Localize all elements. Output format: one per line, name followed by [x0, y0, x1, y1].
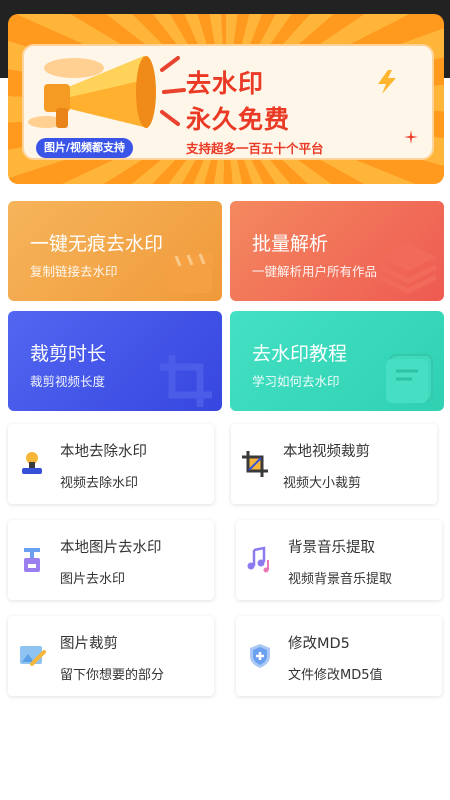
tile-subtitle: 裁剪视频长度	[30, 374, 106, 389]
card-image-crop[interactable]: 图片裁剪 留下你想要的部分	[8, 616, 214, 696]
card-local-remove-watermark[interactable]: 本地去除水印 视频去除水印	[8, 424, 214, 504]
tile-title: 裁剪时长	[30, 343, 107, 365]
clapperboard-icon	[166, 253, 214, 293]
card-modify-md5[interactable]: 修改MD5 文件修改MD5值	[236, 616, 442, 696]
card-subtitle: 视频去除水印	[60, 476, 139, 491]
crop-icon	[242, 451, 268, 477]
tile-subtitle: 一键解析用户所有作品	[252, 264, 378, 279]
card-local-video-crop[interactable]: 本地视频裁剪 视频大小裁剪	[231, 424, 437, 504]
tile-one-click-remove-watermark[interactable]: 一键无痕去水印 复制链接去水印	[8, 201, 222, 301]
card-title: 图片裁剪	[60, 636, 118, 652]
card-subtitle: 留下你想要的部分	[60, 668, 165, 683]
image-edit-icon	[20, 646, 46, 666]
card-title: 本地图片去水印	[60, 540, 162, 556]
banner-pill: 图片/视频都支持	[36, 138, 134, 158]
tile-subtitle: 复制链接去水印	[30, 264, 118, 279]
tile-batch-parse[interactable]: 批量解析 一键解析用户所有作品	[230, 201, 444, 301]
card-title: 修改MD5	[288, 636, 350, 652]
crop-icon	[160, 355, 212, 407]
shield-plus-icon	[250, 644, 270, 668]
tile-subtitle: 学习如何去水印	[252, 374, 340, 389]
tile-title: 批量解析	[252, 233, 329, 255]
banner-subtitle: 支持超多一百五十个平台	[186, 141, 324, 156]
card-local-image-remove-watermark[interactable]: 本地图片去水印 图片去水印	[8, 520, 214, 600]
promo-banner[interactable]: 去水印 永久免费 图片/视频都支持 支持超多一百五十个平台	[8, 14, 444, 184]
tile-title: 一键无痕去水印	[30, 233, 164, 255]
layers-icon	[378, 243, 438, 294]
card-title: 本地去除水印	[60, 444, 147, 460]
tile-watermark-tutorial[interactable]: 去水印教程 学习如何去水印	[230, 311, 444, 411]
lightning-icon	[378, 70, 396, 94]
megaphone-icon	[28, 56, 186, 128]
card-subtitle: 图片去水印	[60, 572, 126, 587]
tile-trim-duration[interactable]: 裁剪时长 裁剪视频长度	[8, 311, 222, 411]
banner-title-line1: 去水印	[186, 69, 265, 98]
book-icon	[386, 354, 433, 403]
card-title: 背景音乐提取	[288, 540, 375, 556]
tile-title: 去水印教程	[252, 343, 348, 365]
music-icon	[247, 546, 269, 573]
stamp-icon	[22, 452, 42, 474]
card-background-music-extract[interactable]: 背景音乐提取 视频背景音乐提取	[236, 520, 442, 600]
sparkle-icon	[404, 130, 418, 144]
card-subtitle: 视频大小裁剪	[283, 476, 362, 491]
card-title: 本地视频裁剪	[283, 444, 370, 460]
card-subtitle: 文件修改MD5值	[288, 668, 383, 683]
image-stamp-icon	[24, 548, 40, 572]
card-subtitle: 视频背景音乐提取	[288, 572, 393, 587]
banner-title-line2: 永久免费	[186, 105, 291, 134]
